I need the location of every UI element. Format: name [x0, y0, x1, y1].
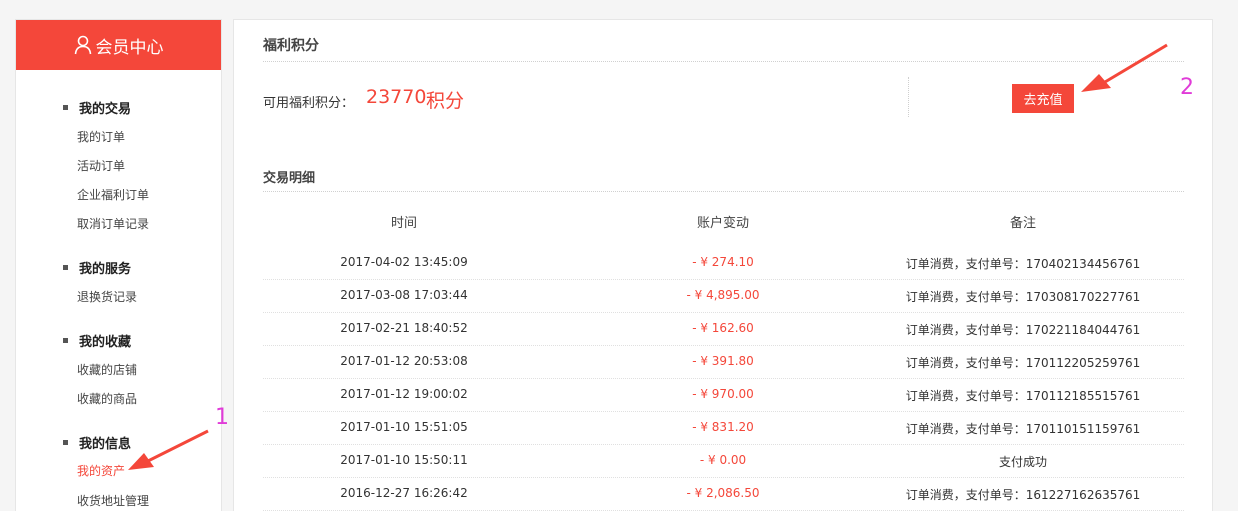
column-header-note: 备注 — [1009, 216, 1036, 231]
sidebar-item-fav-shops[interactable]: 收藏的店铺 — [77, 361, 137, 378]
cell-note: 订单消费，支付单号：161227162635761 — [905, 488, 1141, 502]
group-my-trades: 我的交易 — [63, 98, 132, 117]
cell-time: 2017-01-10 15:50:11 — [340, 453, 468, 467]
points-unit: 积分 — [426, 90, 465, 112]
bullet-icon — [63, 337, 68, 343]
sidebar-header: 会员中心 — [16, 20, 221, 70]
cell-time: 2017-01-12 20:53:08 — [340, 354, 468, 368]
page-title: 福利积分 — [263, 38, 319, 54]
bullet-icon — [63, 104, 68, 110]
sidebar-item-my-assets[interactable]: 我的资产 — [77, 462, 125, 479]
divider — [263, 191, 1184, 192]
table-row: 2017-01-12 20:53:08 - ¥ 391.80 订单消费，支付单号… — [263, 346, 1184, 379]
cell-time: 2017-04-02 13:45:09 — [340, 255, 468, 269]
main-panel: 福利积分 可用福利积分： 23770 积分 去充值 交易明细 时间 账户变动 备… — [233, 19, 1213, 511]
table-row: 2017-01-10 15:50:11 - ¥ 0.00 支付成功 — [263, 445, 1184, 478]
sidebar-item-address-manage[interactable]: 收货地址管理 — [77, 492, 149, 509]
column-header-amount: 账户变动 — [696, 216, 749, 231]
cell-time: 2017-01-12 19:00:02 — [340, 387, 468, 401]
cell-amount: - ¥ 274.10 — [692, 255, 754, 269]
cell-amount: - ¥ 2,086.50 — [686, 486, 760, 500]
cell-amount: - ¥ 0.00 — [699, 453, 747, 467]
sidebar-item-fav-products[interactable]: 收藏的商品 — [77, 390, 137, 407]
points-value: 23770 — [366, 86, 427, 108]
column-header-time: 时间 — [390, 216, 417, 231]
cell-time: 2016-12-27 16:26:42 — [340, 486, 468, 500]
cell-amount: - ¥ 391.80 — [692, 354, 754, 368]
divider — [263, 61, 1184, 62]
group-title: 我的信息 — [79, 436, 132, 452]
vertical-divider — [908, 77, 909, 117]
table-row: 2017-01-12 19:00:02 - ¥ 970.00 订单消费，支付单号… — [263, 379, 1184, 412]
bullet-icon — [63, 439, 68, 445]
group-my-favorites: 我的收藏 — [63, 331, 132, 350]
cell-note: 订单消费，支付单号：170112205259761 — [905, 356, 1141, 370]
bullet-icon — [63, 264, 68, 270]
transactions-title: 交易明细 — [263, 171, 316, 186]
cell-note: 订单消费，支付单号：170221184044761 — [905, 323, 1141, 337]
recharge-button[interactable]: 去充值 — [1012, 84, 1074, 113]
cell-amount: - ¥ 970.00 — [692, 387, 754, 401]
sidebar-item-returns[interactable]: 退换货记录 — [77, 288, 137, 305]
cell-note: 订单消费，支付单号：170110151159761 — [905, 422, 1141, 436]
group-title: 我的服务 — [79, 261, 132, 277]
group-my-info: 我的信息 — [63, 433, 132, 452]
cell-time: 2017-01-10 15:51:05 — [340, 420, 468, 434]
sidebar-item-enterprise-orders[interactable]: 企业福利订单 — [77, 186, 149, 203]
group-my-services: 我的服务 — [63, 258, 132, 277]
cell-amount: - ¥ 831.20 — [692, 420, 754, 434]
group-title: 我的交易 — [79, 101, 132, 117]
table-row: 2017-01-10 15:51:05 - ¥ 831.20 订单消费，支付单号… — [263, 412, 1184, 445]
group-title: 我的收藏 — [79, 334, 132, 350]
user-icon — [74, 35, 91, 55]
cell-time: 2017-02-21 18:40:52 — [340, 321, 468, 335]
cell-note: 支付成功 — [998, 455, 1047, 469]
cell-note: 订单消费，支付单号：170308170227761 — [905, 290, 1141, 304]
table-row: 2017-04-02 13:45:09 - ¥ 274.10 订单消费，支付单号… — [263, 247, 1184, 280]
sidebar-item-my-orders[interactable]: 我的订单 — [77, 128, 125, 145]
cell-amount: - ¥ 4,895.00 — [686, 288, 760, 302]
sidebar-item-activity-orders[interactable]: 活动订单 — [77, 157, 125, 174]
cell-time: 2017-03-08 17:03:44 — [340, 288, 468, 302]
sidebar-item-cancelled-orders[interactable]: 取消订单记录 — [77, 215, 149, 232]
table-row: 2017-03-08 17:03:44 - ¥ 4,895.00 订单消费，支付… — [263, 280, 1184, 313]
sidebar-header-title: 会员中心 — [95, 37, 164, 58]
annotation-number-1: 1 — [215, 405, 229, 430]
points-label: 可用福利积分： — [263, 96, 355, 111]
table-row: 2017-02-21 18:40:52 - ¥ 162.60 订单消费，支付单号… — [263, 313, 1184, 346]
cell-amount: - ¥ 162.60 — [692, 321, 754, 335]
cell-note: 订单消费，支付单号：170402134456761 — [905, 257, 1141, 271]
sidebar: 会员中心 我的交易 我的订单 活动订单 企业福利订单 取消订单记录 我的服务 退… — [15, 19, 222, 511]
table-row: 2016-12-27 16:26:42 - ¥ 2,086.50 订单消费，支付… — [263, 478, 1184, 511]
annotation-number-2: 2 — [1180, 75, 1194, 100]
cell-note: 订单消费，支付单号：170112185515761 — [905, 389, 1141, 403]
